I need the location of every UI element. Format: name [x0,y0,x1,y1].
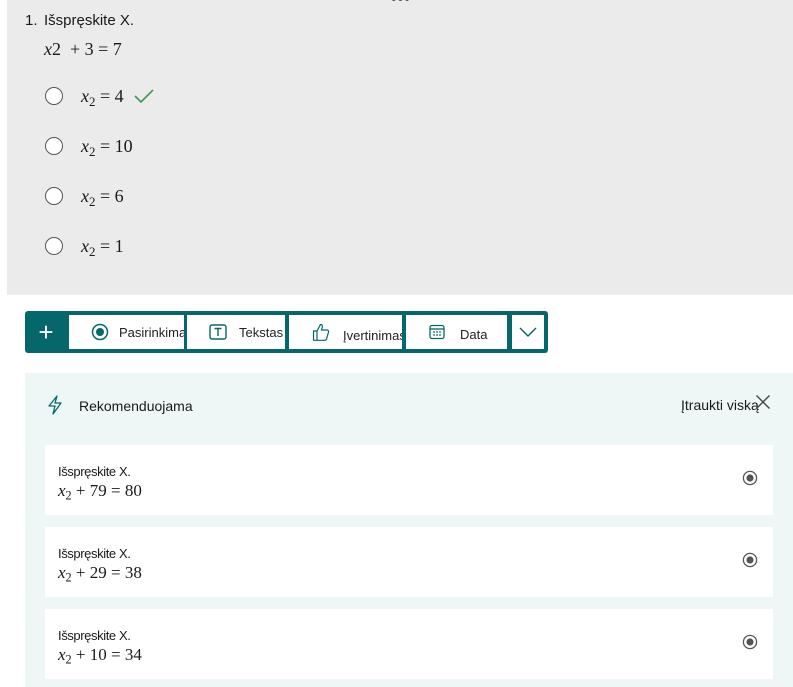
option-variable: x [81,135,89,156]
close-icon[interactable] [755,394,771,410]
radio-choice-icon[interactable] [742,552,758,568]
text-icon [209,324,227,340]
text-label: Tekstas [239,324,284,340]
rating-button[interactable]: Įvertinimas [289,315,402,349]
recommendation-card-2[interactable]: Išspręskite X. x2 + 29 = 38 [45,527,773,597]
option-2[interactable]: x2 = 10 [45,133,133,159]
recommendations-title: Rekomenduojama [79,398,193,414]
add-question-button[interactable]: + [25,311,67,353]
option-value: = 4 [95,85,124,106]
option-text: x2 = 6 [81,185,124,208]
choice-button[interactable]: Pasirinkimas [69,315,184,349]
text-button[interactable]: Tekstas [187,315,285,349]
recommendation-equation: x2 + 10 = 34 [58,645,142,666]
option-1[interactable]: x2 = 4 [45,83,154,109]
chevron-down-icon [519,327,537,337]
recommendation-value: + 79 = 80 [71,481,142,500]
recommendation-value: + 10 = 34 [71,645,142,664]
lightning-icon [48,395,62,415]
recommendation-variable: x [58,563,66,582]
option-text: x2 = 4 [81,85,124,108]
radio-choice-icon[interactable] [742,470,758,486]
option-radio[interactable] [45,187,63,205]
add-question-toolbar: + Pasirinkimas Tekstas Įvertinimas Data [25,311,548,353]
calendar-icon [429,324,445,340]
more-types-button[interactable] [512,315,544,349]
option-text: x2 = 1 [81,235,124,258]
radio-choice-icon[interactable] [742,634,758,650]
question-equation: x2 + 3 = 7 [44,39,122,60]
equation-variable: x [44,39,52,59]
question-number: 1. [25,12,38,29]
option-value: = 6 [95,185,124,206]
recommendation-variable: x [58,645,66,664]
recommendation-label: Išspręskite X. [58,546,131,561]
option-4[interactable]: x2 = 1 [45,233,124,259]
date-label: Data [460,326,488,342]
option-radio[interactable] [45,137,63,155]
option-variable: x [81,235,89,256]
question-title: Išspręskite X. [44,12,135,29]
recommendation-variable: x [58,481,66,500]
option-value: = 10 [95,135,133,156]
correct-check-icon[interactable] [134,88,154,104]
recommendation-equation: x2 + 79 = 80 [58,481,142,502]
option-radio[interactable] [45,237,63,255]
recommendation-card-1[interactable]: Išspręskite X. x2 + 79 = 80 [45,445,773,515]
radio-choice-icon [91,323,109,341]
choice-label: Pasirinkimas [119,324,184,340]
add-all-button[interactable]: Įtraukti viską [681,397,759,413]
option-text: x2 = 10 [81,135,133,158]
equation-rest: 2 + 3 = 7 [52,39,122,59]
thumbs-up-icon [312,323,330,341]
recommendation-label: Išspręskite X. [58,464,131,479]
question-card[interactable]: ••• 1. Išspręskite X. x2 + 3 = 7 x2 = 4 … [7,0,793,295]
recommendation-value: + 29 = 38 [71,563,142,582]
date-button[interactable]: Data [406,315,507,349]
recommendation-equation: x2 + 29 = 38 [58,563,142,584]
drag-handle-icon[interactable]: ••• [391,0,411,9]
recommendations-panel: Rekomenduojama Įtraukti viską Išspręskit… [25,373,793,687]
option-variable: x [81,185,89,206]
option-3[interactable]: x2 = 6 [45,183,124,209]
recommendation-card-3[interactable]: Išspręskite X. x2 + 10 = 34 [45,609,773,679]
option-value: = 1 [95,235,124,256]
rating-label: Įvertinimas [343,327,402,343]
option-radio[interactable] [45,87,63,105]
recommendation-label: Išspręskite X. [58,628,131,643]
option-variable: x [81,85,89,106]
